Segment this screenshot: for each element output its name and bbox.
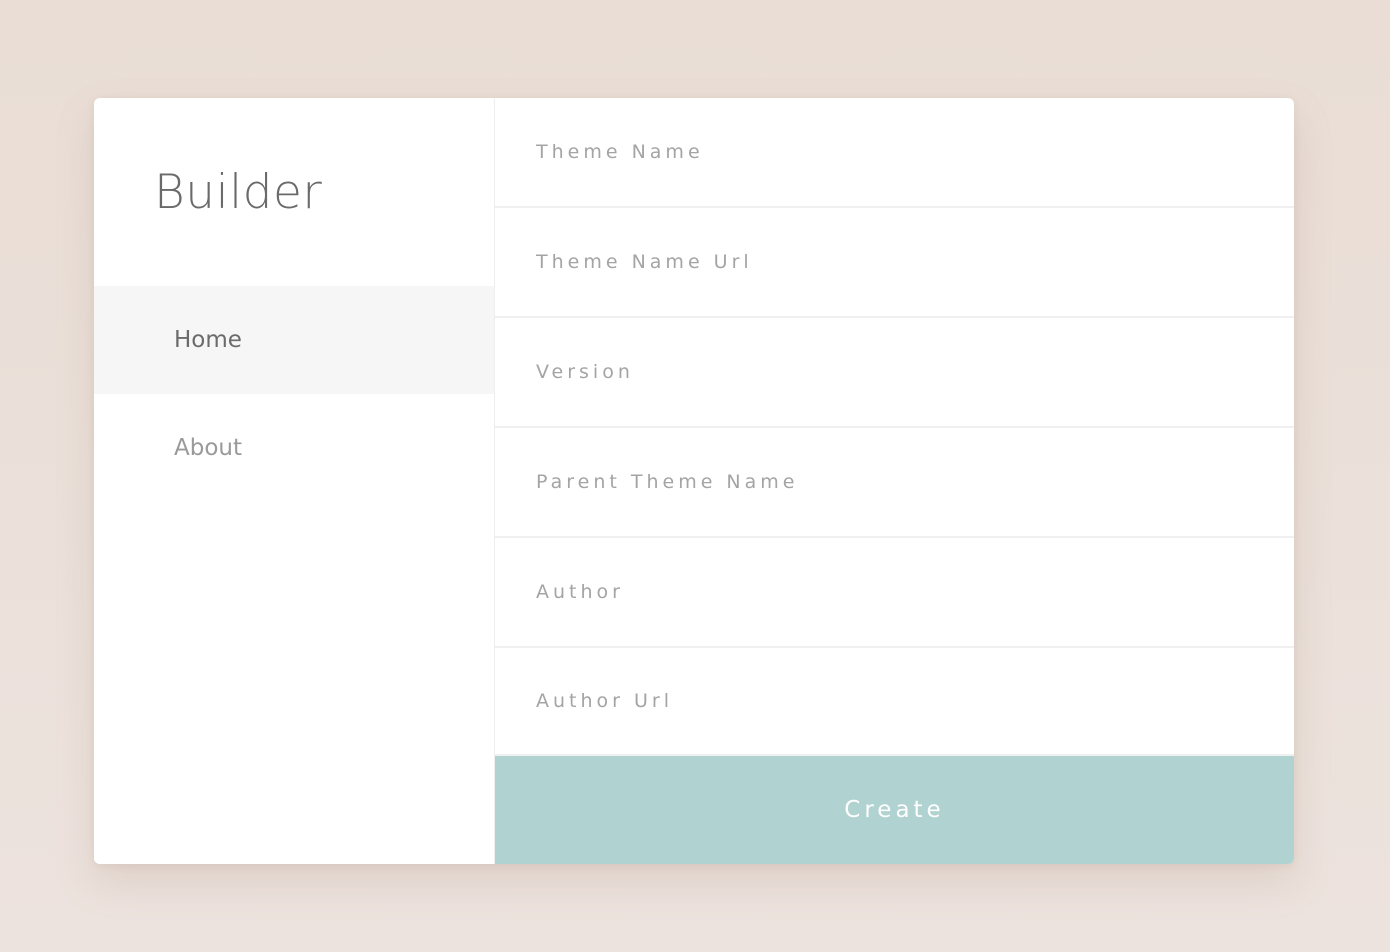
app-title: Builder (154, 165, 323, 220)
theme-name-field-row (495, 98, 1294, 208)
sidebar: Builder Home About (94, 98, 495, 864)
author-field-row (495, 538, 1294, 648)
theme-name-url-field-row (495, 208, 1294, 318)
sidebar-nav: Home About (94, 286, 494, 502)
theme-name-input[interactable] (495, 98, 1294, 206)
builder-card: Builder Home About Create (94, 98, 1294, 864)
theme-name-url-input[interactable] (495, 208, 1294, 316)
parent-theme-name-field-row (495, 428, 1294, 538)
author-url-field-row (495, 648, 1294, 756)
version-field-row (495, 318, 1294, 428)
parent-theme-name-input[interactable] (495, 428, 1294, 536)
author-input[interactable] (495, 538, 1294, 646)
version-input[interactable] (495, 318, 1294, 426)
create-button[interactable]: Create (495, 756, 1294, 864)
sidebar-item-about[interactable]: About (94, 394, 494, 502)
theme-form: Create (495, 98, 1294, 864)
author-url-input[interactable] (495, 648, 1294, 754)
sidebar-item-home[interactable]: Home (94, 286, 494, 394)
